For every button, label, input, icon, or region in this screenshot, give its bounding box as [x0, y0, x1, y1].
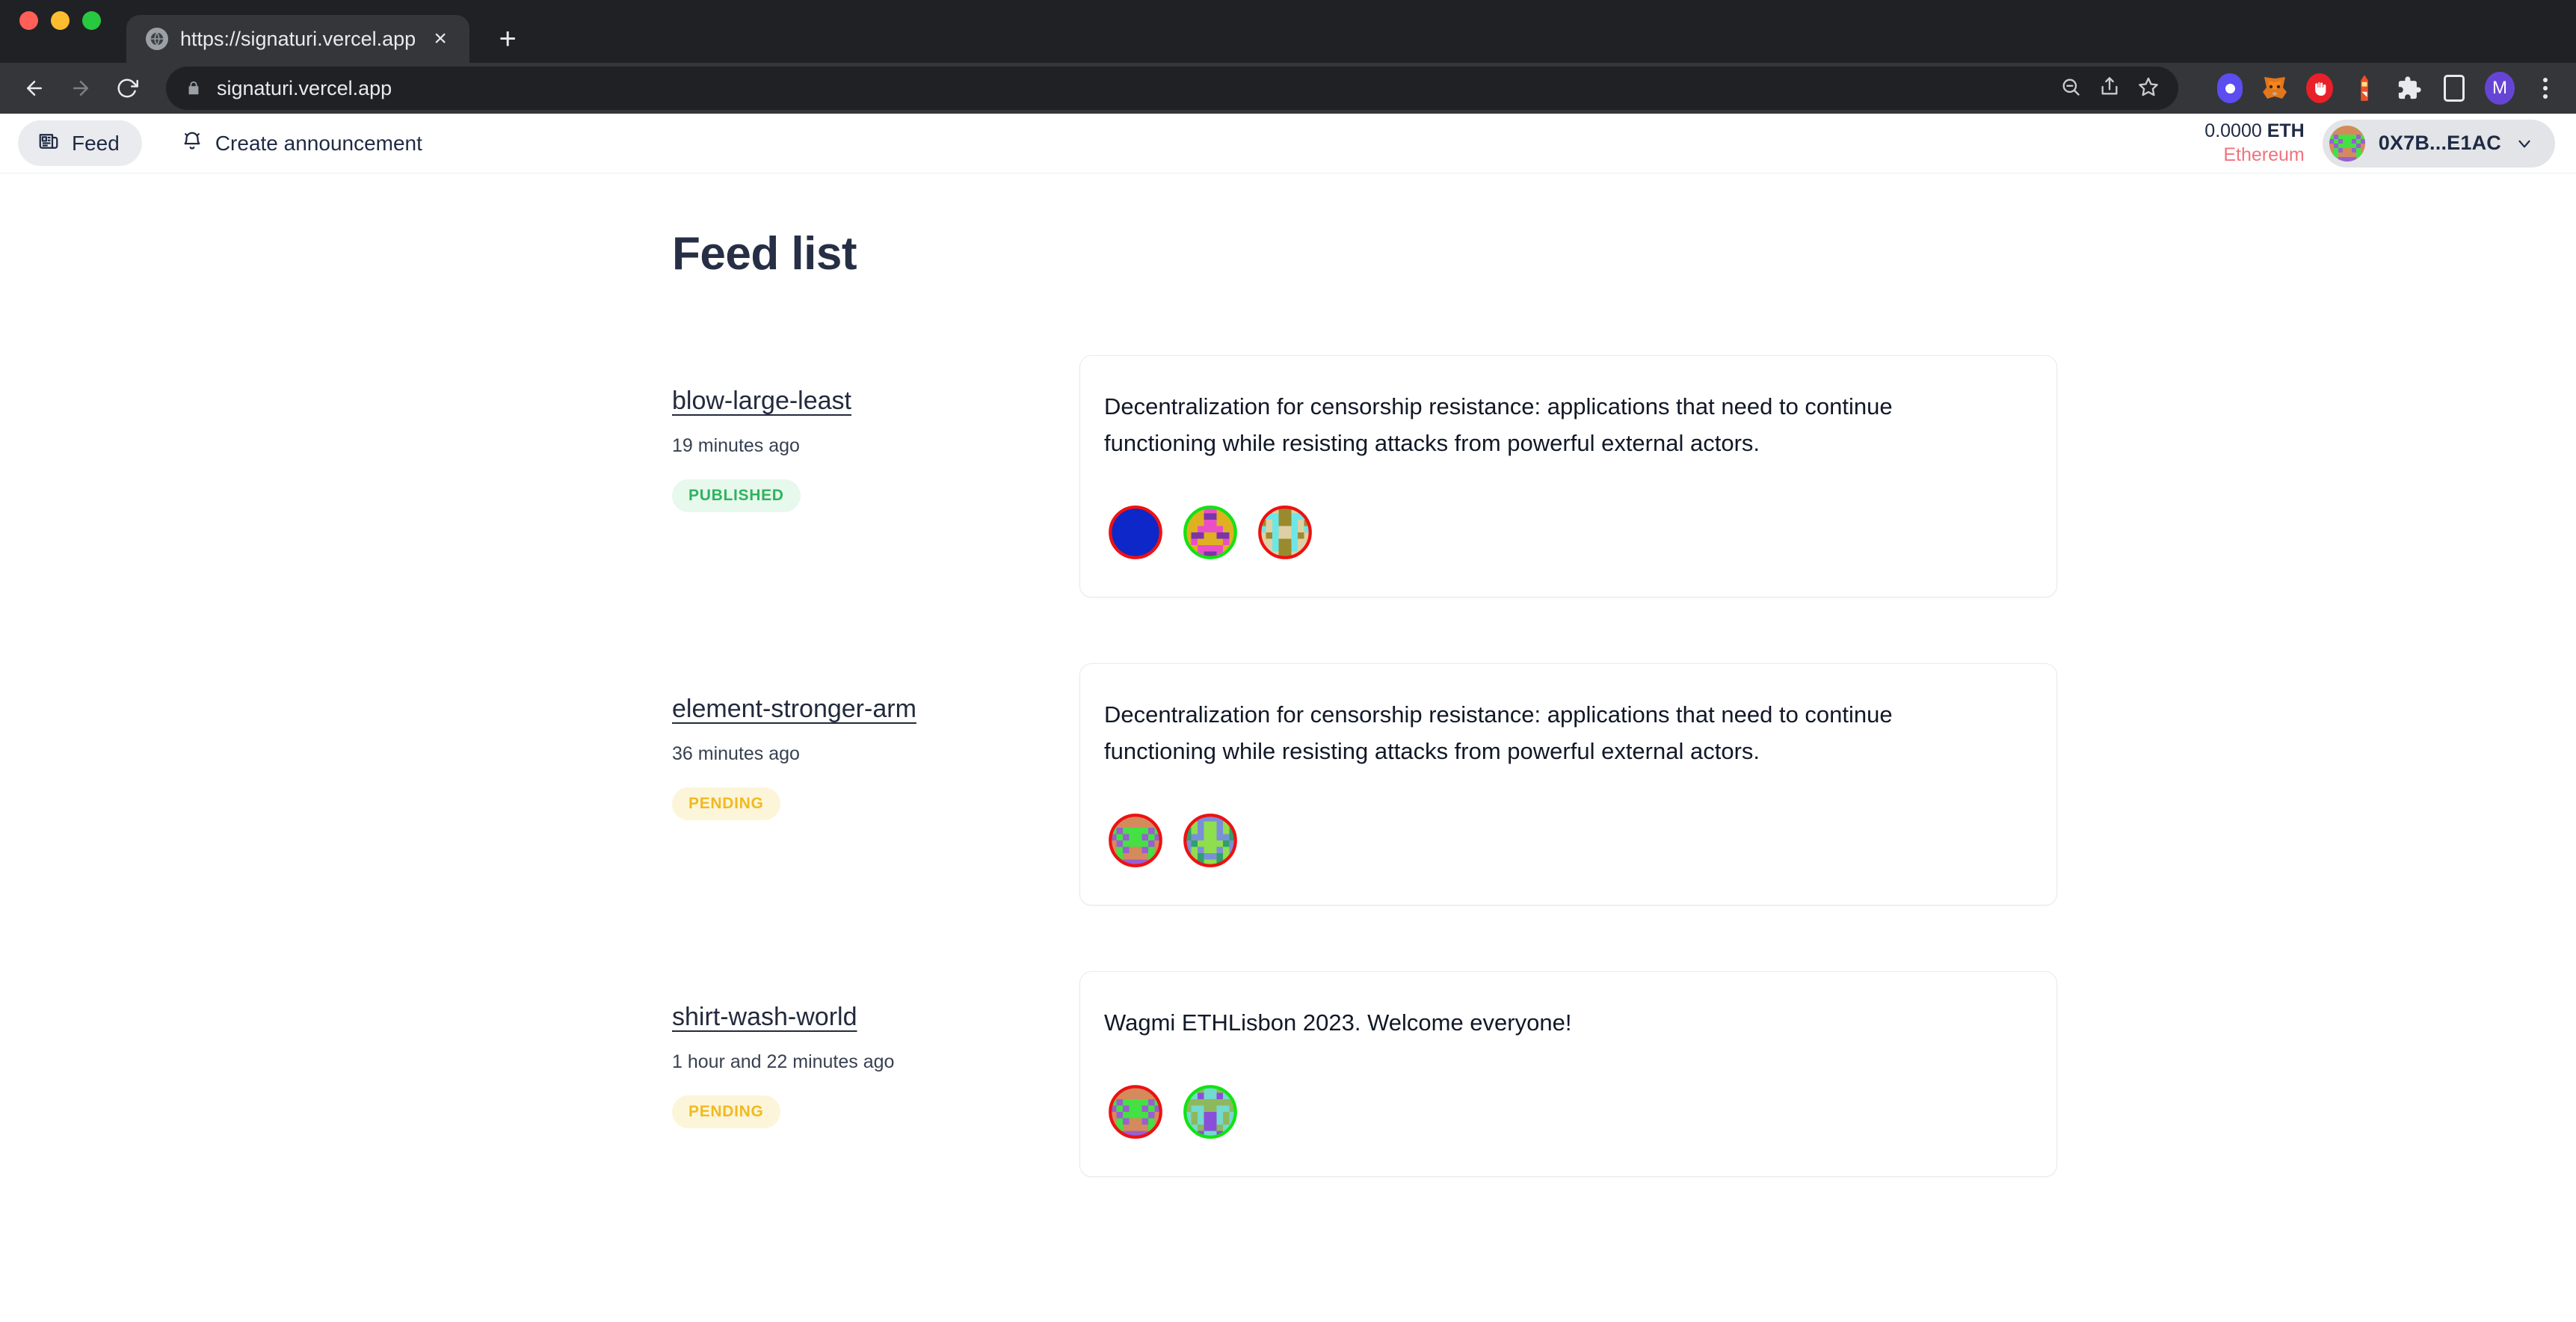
status-badge: PENDING: [672, 1095, 780, 1128]
status-badge: PUBLISHED: [672, 479, 801, 512]
bell-icon: [181, 130, 203, 156]
metamask-fox-icon[interactable]: [2261, 74, 2289, 102]
header-right: 0.0000 ETH Ethereum 0X7B...E1AC: [2204, 119, 2555, 167]
profile-avatar[interactable]: M: [2485, 72, 2515, 105]
share-icon[interactable]: [2099, 76, 2120, 101]
wallet-button[interactable]: 0X7B...E1AC: [2322, 119, 2555, 167]
feed-card-text: Decentralization for censorship resistan…: [1104, 393, 1893, 456]
signer-identicon[interactable]: [1182, 504, 1239, 561]
signer-identicon[interactable]: [1107, 1083, 1164, 1140]
chrome-menu-icon[interactable]: [2531, 74, 2560, 102]
maximize-window-button[interactable]: [82, 10, 101, 30]
close-tab-button[interactable]: ×: [428, 26, 453, 52]
globe-icon: [146, 28, 168, 50]
chevron-down-icon[interactable]: [2515, 134, 2534, 153]
minimize-window-button[interactable]: [51, 10, 70, 30]
newspaper-icon: [37, 130, 60, 156]
browser-tab[interactable]: https://signaturi.vercel.app ×: [126, 15, 470, 63]
wallet-address: 0X7B...E1AC: [2378, 132, 2501, 154]
lighthouse-icon[interactable]: [2350, 74, 2379, 102]
feed-card[interactable]: Wagmi ETHLisbon 2023. Welcome everyone!: [1079, 971, 2057, 1177]
feed-item-link[interactable]: element-stronger-arm: [672, 695, 916, 724]
feed-card-text: Wagmi ETHLisbon 2023. Welcome everyone!: [1104, 1009, 1572, 1036]
forward-arrow-icon[interactable]: [60, 67, 102, 109]
close-window-button[interactable]: [19, 10, 38, 30]
feed-row: blow-large-least 19 minutes ago PUBLISHE…: [672, 355, 2057, 597]
feed-item-time: 19 minutes ago: [672, 435, 800, 456]
balance-amount-value: 0.0000: [2204, 120, 2262, 142]
feed-card[interactable]: Decentralization for censorship resistan…: [1079, 355, 2057, 597]
reload-icon[interactable]: [106, 67, 148, 109]
omnibox-url-text: signaturi.vercel.app: [217, 76, 392, 99]
side-panel-icon[interactable]: [2440, 74, 2468, 102]
feed-card[interactable]: Decentralization for censorship resistan…: [1079, 662, 2057, 906]
extensions-strip: M: [2196, 72, 2560, 105]
tab-title: https://signaturi.vercel.app: [180, 27, 416, 50]
signer-avatars: [1104, 812, 2022, 869]
feed-list: blow-large-least 19 minutes ago PUBLISHE…: [672, 355, 2057, 1177]
adblock-stop-icon[interactable]: [2305, 73, 2334, 103]
ghost-extension-icon[interactable]: [2216, 73, 2244, 103]
balance-symbol: ETH: [2267, 120, 2305, 142]
feed-item-time: 36 minutes ago: [672, 743, 800, 764]
feed-meta: element-stronger-arm 36 minutes ago PEND…: [672, 663, 1079, 820]
feed-item-link[interactable]: blow-large-least: [672, 387, 851, 416]
signer-identicon[interactable]: [1182, 812, 1239, 869]
feed-meta: shirt-wash-world 1 hour and 22 minutes a…: [672, 971, 1079, 1128]
feed-card-text: Decentralization for censorship resistan…: [1104, 701, 1893, 764]
browser-chrome: https://signaturi.vercel.app × + signatu…: [0, 0, 2576, 114]
omnibox[interactable]: signaturi.vercel.app: [166, 67, 2178, 110]
signer-avatars: [1104, 1083, 2022, 1140]
feed-row: element-stronger-arm 36 minutes ago PEND…: [672, 662, 2057, 906]
sidebar-item-feed[interactable]: Feed: [18, 120, 142, 166]
signer-identicon[interactable]: [1182, 1083, 1239, 1140]
puzzle-extensions-icon[interactable]: [2395, 74, 2424, 102]
lock-icon: [185, 80, 202, 96]
feed-label: Feed: [72, 131, 120, 155]
signer-identicon[interactable]: [1257, 504, 1313, 561]
signer-identicon[interactable]: [1107, 504, 1164, 561]
feed-row: shirt-wash-world 1 hour and 22 minutes a…: [672, 971, 2057, 1177]
create-announcement-label: Create announcement: [215, 131, 422, 155]
feed-item-time: 1 hour and 22 minutes ago: [672, 1051, 895, 1072]
app-header: Feed Create announcement 0.0000 ETH Ethe…: [0, 114, 2576, 173]
signer-avatars: [1104, 504, 2022, 561]
new-tab-button[interactable]: +: [490, 22, 525, 56]
status-badge: PENDING: [672, 787, 780, 820]
window-traffic-lights: [19, 0, 101, 63]
wallet-network-label: Ethereum: [2223, 144, 2305, 165]
feed-item-link[interactable]: shirt-wash-world: [672, 1003, 857, 1032]
nav-item-create-announcement[interactable]: Create announcement: [164, 120, 439, 166]
signer-identicon[interactable]: [1107, 812, 1164, 869]
browser-toolbar: signaturi.vercel.app M: [0, 63, 2576, 114]
search-icon[interactable]: [2060, 76, 2081, 101]
wallet-identicon: [2329, 125, 2365, 162]
app-root: Feed Create announcement 0.0000 ETH Ethe…: [0, 114, 2576, 1177]
bookmark-star-icon[interactable]: [2138, 76, 2159, 101]
back-arrow-icon[interactable]: [13, 67, 55, 109]
main-content: Feed list blow-large-least 19 minutes ag…: [0, 173, 2576, 1177]
wallet-balance: 0.0000 ETH Ethereum: [2204, 120, 2304, 167]
feed-meta: blow-large-least 19 minutes ago PUBLISHE…: [672, 355, 1079, 512]
tab-strip: https://signaturi.vercel.app × +: [0, 0, 2576, 63]
page-title: Feed list: [672, 228, 857, 280]
